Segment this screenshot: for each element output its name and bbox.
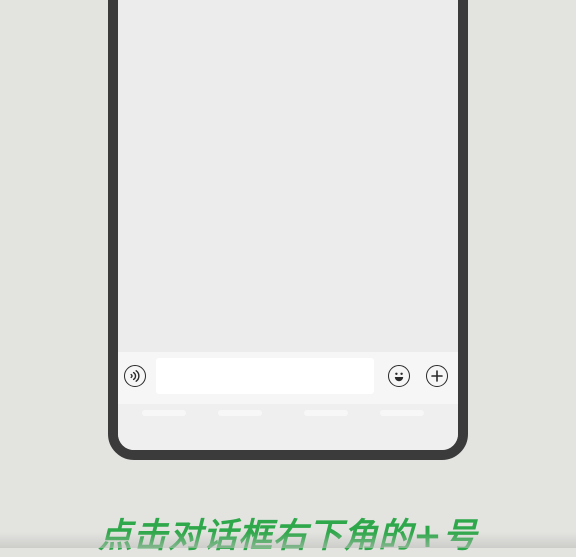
chat-message-area <box>118 0 458 352</box>
phone-frame <box>108 0 468 460</box>
message-input[interactable] <box>156 358 374 394</box>
nav-placeholder <box>142 410 186 416</box>
nav-placeholder <box>380 410 424 416</box>
emoji-button[interactable] <box>388 365 410 387</box>
voice-icon <box>130 370 140 382</box>
bottom-fade <box>0 532 576 548</box>
voice-button[interactable] <box>124 365 146 387</box>
chat-input-bar <box>118 352 458 404</box>
plus-button[interactable] <box>426 365 448 387</box>
nav-placeholder <box>304 410 348 416</box>
bottom-nav-strip <box>118 404 458 450</box>
plus-icon <box>431 370 443 382</box>
emoji-icon <box>394 372 404 382</box>
nav-placeholder <box>218 410 262 416</box>
